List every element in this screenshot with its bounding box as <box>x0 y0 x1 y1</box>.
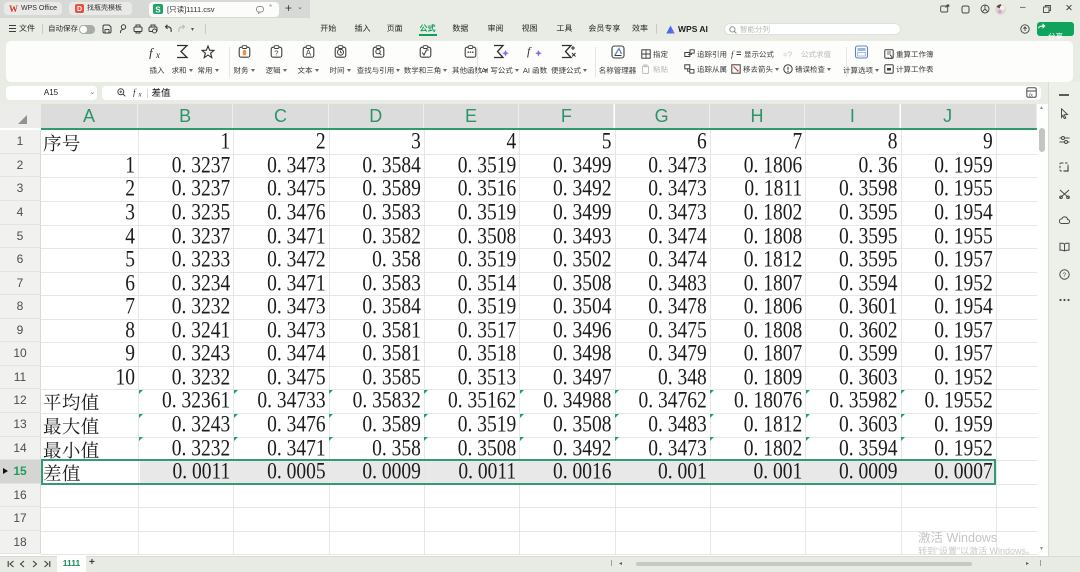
svg-text:f: f <box>731 50 735 60</box>
svg-text:D: D <box>77 6 82 13</box>
svg-text:S: S <box>155 5 161 14</box>
svg-text:?: ? <box>274 48 278 57</box>
svg-text:=?: =? <box>783 50 793 59</box>
svg-text:fx: fx <box>1029 91 1034 98</box>
svg-text:f: f <box>133 88 137 98</box>
svg-text:x: x <box>137 91 142 98</box>
svg-text:?: ? <box>1063 272 1067 279</box>
svg-text:A: A <box>305 49 311 58</box>
svg-text:f: f <box>527 44 532 58</box>
svg-text:f: f <box>149 45 155 59</box>
svg-text:W: W <box>9 4 18 13</box>
